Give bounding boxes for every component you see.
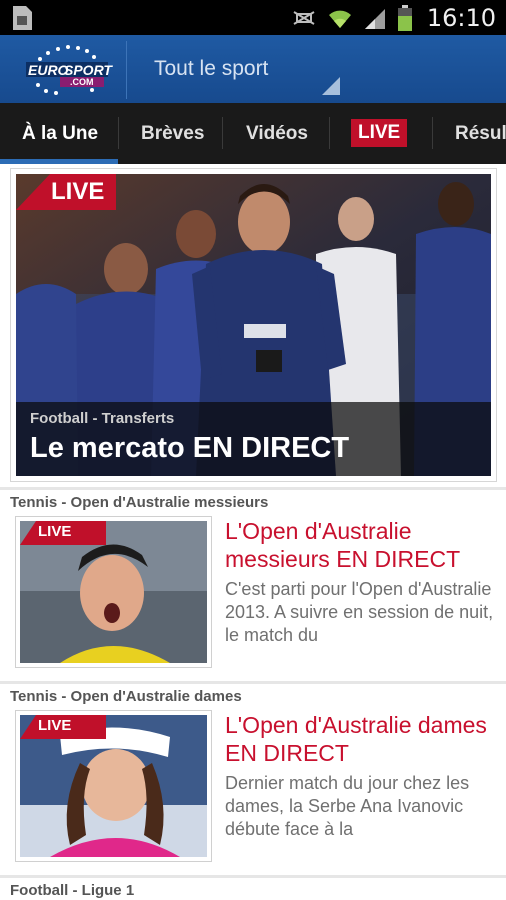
divider [0, 681, 506, 684]
article-category: Tennis - Open d'Australie dames [10, 688, 242, 705]
logo-text-euro: EURO [28, 62, 69, 78]
section-selector[interactable]: Tout le sport [154, 57, 268, 81]
article-summary: C'est parti pour l'Open d'Australie 2013… [225, 579, 494, 645]
live-badge: LIVE [16, 174, 116, 210]
article-category: Football - Ligue 1 [10, 882, 135, 899]
hero-title[interactable]: Le mercato EN DIRECT [30, 432, 349, 465]
live-badge-label: LIVE [38, 523, 72, 540]
article-title[interactable]: L'Open d'Australie dames EN DIRECT [225, 711, 495, 767]
hero-image: LIVE Football - Transferts Le mercato EN… [16, 174, 491, 476]
live-badge: LIVE [20, 521, 106, 545]
article-category: Tennis - Open d'Australie messieurs [10, 494, 269, 511]
dropdown-corner-icon[interactable] [322, 77, 340, 95]
live-badge-label: LIVE [51, 178, 105, 205]
article-thumbnail[interactable]: LIVE [15, 516, 212, 668]
divider [0, 487, 506, 490]
tab-breves[interactable]: Brèves [141, 103, 204, 164]
tab-bar: À la Une Brèves Vidéos LIVE Résultats [0, 103, 506, 164]
live-badge: LIVE [20, 715, 106, 739]
tab-separator [432, 117, 433, 149]
tab-separator [222, 117, 223, 149]
status-time: 16:10 [426, 3, 496, 32]
eurosport-logo[interactable]: EURO SPORT .COM [20, 43, 112, 95]
mute-icon [293, 10, 315, 25]
app-header: EURO SPORT .COM Tout le sport [0, 35, 506, 103]
tab-videos[interactable]: Vidéos [246, 103, 308, 164]
active-tab-indicator [0, 159, 118, 164]
tab-a-la-une[interactable]: À la Une [22, 103, 98, 164]
wifi-icon [328, 10, 351, 28]
sim-icon [13, 6, 32, 30]
hero-category: Football - Transferts [30, 410, 175, 427]
article-summary: Dernier match du jour chez les dames, la… [225, 773, 470, 839]
hero-caption: Football - Transferts Le mercato EN DIRE… [16, 402, 491, 476]
tab-live[interactable]: LIVE [351, 119, 408, 147]
tab-separator [329, 117, 330, 149]
tab-separator [118, 117, 119, 149]
battery-icon [397, 4, 412, 31]
hero-article[interactable]: LIVE Football - Transferts Le mercato EN… [10, 168, 497, 482]
header-divider [126, 41, 127, 99]
logo-text-sport: SPORT [64, 62, 112, 78]
signal-icon [364, 8, 385, 29]
live-badge-label: LIVE [38, 717, 72, 734]
status-bar: 16:10 [0, 0, 506, 35]
article-thumbnail[interactable]: LIVE [15, 710, 212, 862]
logo-text-com: .COM [70, 77, 94, 87]
divider [0, 875, 506, 878]
article-title[interactable]: L'Open d'Australie messieurs EN DIRECT [225, 517, 495, 573]
tab-resultats[interactable]: Résultats [455, 103, 506, 164]
